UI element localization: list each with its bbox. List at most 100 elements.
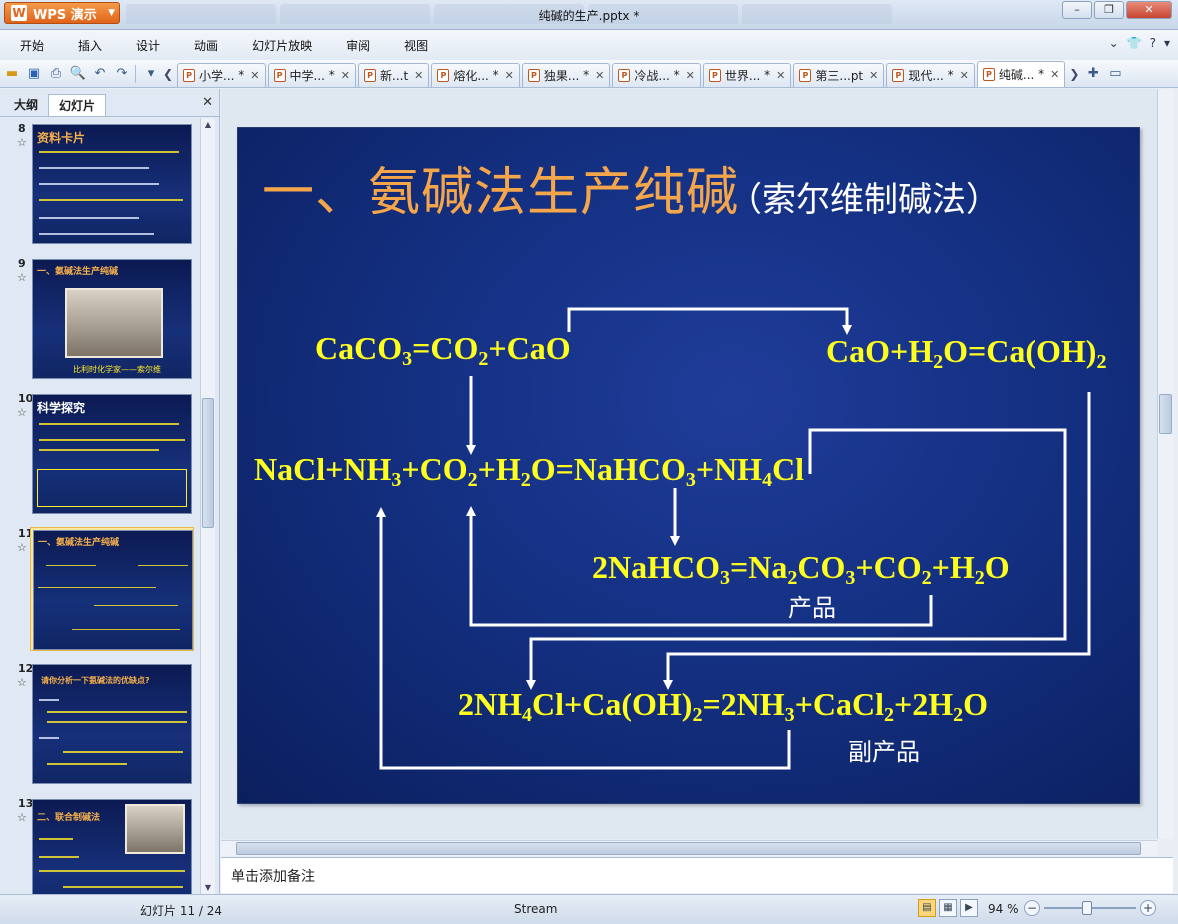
scrollbar-thumb[interactable]: [1159, 394, 1172, 434]
save-icon[interactable]: ▣: [24, 64, 44, 84]
tabs-scroll-left-icon[interactable]: ❮: [161, 67, 175, 81]
doc-tab[interactable]: P 小学... * ✕: [177, 62, 266, 87]
text-line: [47, 763, 127, 765]
slideshow-view-icon[interactable]: ▶: [960, 899, 978, 917]
slide-number: 9: [18, 257, 26, 270]
open-folder-icon[interactable]: ▬: [2, 64, 22, 84]
undo-icon[interactable]: ↶: [90, 64, 110, 84]
normal-view-icon[interactable]: ▤: [918, 899, 936, 917]
close-tab-icon[interactable]: ✕: [250, 69, 259, 82]
menu-design[interactable]: 设计: [136, 37, 160, 54]
text-line: [47, 711, 187, 713]
text-line: [39, 423, 179, 425]
help-icon[interactable]: ?: [1150, 36, 1156, 50]
close-tab-icon[interactable]: ✕: [414, 69, 423, 82]
text-line: [39, 183, 159, 185]
thumbnail-title: 请你分析一下氨碱法的优缺点?: [41, 676, 150, 685]
thumbnail-image: 请你分析一下氨碱法的优缺点?: [32, 664, 192, 784]
close-tab-icon[interactable]: ✕: [776, 69, 785, 82]
thumbnail-title: 二、联合制碱法: [37, 813, 101, 823]
editor-vertical-scrollbar[interactable]: [1157, 89, 1173, 839]
thumbnail-scrollbar[interactable]: ▲ ▼: [200, 118, 215, 894]
text-line: [39, 870, 185, 872]
tab-outline[interactable]: 大纲: [4, 94, 48, 116]
slide-thumbnail[interactable]: 请你分析一下氨碱法的优缺点?: [30, 662, 194, 786]
doc-tab-label: 纯碱...: [998, 67, 1035, 82]
text-line: [72, 629, 180, 630]
text-line: [39, 217, 139, 219]
minimize-button[interactable]: –: [1062, 1, 1092, 19]
scroll-up-icon[interactable]: ▲: [201, 120, 215, 129]
slide-thumbnail-selected[interactable]: 一、氨碱法生产纯碱: [30, 527, 194, 651]
scrollbar-thumb[interactable]: [202, 398, 214, 528]
menu-animation[interactable]: 动画: [194, 37, 218, 54]
doc-tab[interactable]: P 新...t ✕: [358, 62, 430, 87]
collapse-ribbon-icon[interactable]: ⌄: [1109, 36, 1119, 50]
menu-view[interactable]: 视图: [404, 37, 428, 54]
maximize-button[interactable]: ❐: [1094, 1, 1124, 19]
text-line: [94, 605, 178, 606]
close-tab-icon[interactable]: ✕: [505, 69, 514, 82]
slide-thumbnail[interactable]: 资料卡片: [30, 122, 194, 246]
menu-review[interactable]: 审阅: [346, 37, 370, 54]
ppt-file-icon: P: [437, 68, 450, 82]
theme-name: Stream: [514, 902, 558, 916]
text-line: [47, 721, 187, 723]
menu-slideshow[interactable]: 幻灯片放映: [252, 37, 312, 54]
doc-tab[interactable]: P 冷战... * ✕: [612, 62, 701, 87]
close-tab-icon[interactable]: ✕: [341, 69, 350, 82]
doc-tab[interactable]: P 熔化... * ✕: [431, 62, 520, 87]
menu-insert[interactable]: 插入: [78, 37, 102, 54]
ppt-file-icon: P: [708, 68, 721, 82]
modified-mark: *: [328, 68, 335, 82]
notes-pane[interactable]: 单击添加备注: [221, 857, 1173, 893]
close-tab-icon[interactable]: ✕: [960, 69, 969, 82]
ppt-file-icon: P: [982, 67, 995, 81]
text-line: [39, 167, 149, 169]
close-tab-icon[interactable]: ✕: [595, 69, 604, 82]
quick-toolbar: ▬ ▣ ⎙ 🔍 ↶ ↷ ▾ ❮ P 小学... * ✕ P 中学... * ✕ P 新..…: [0, 60, 1178, 88]
scrollbar-thumb[interactable]: [236, 842, 1141, 855]
close-tab-icon[interactable]: ✕: [686, 69, 695, 82]
close-button[interactable]: ✕: [1126, 1, 1172, 19]
modified-mark: *: [1038, 67, 1045, 81]
doc-tab[interactable]: P 现代... * ✕: [886, 62, 975, 87]
skin-icon[interactable]: 👕: [1127, 36, 1142, 50]
slide-sorter-view-icon[interactable]: ▦: [939, 899, 957, 917]
text-line: [39, 737, 59, 739]
doc-tab[interactable]: P 独果... * ✕: [521, 62, 611, 87]
current-slide[interactable]: 一、氨碱法生产纯碱 （索尔维制碱法） CaCO3=CO2+CaO CaO+H2O…: [237, 127, 1140, 804]
print-icon[interactable]: ⎙: [46, 64, 66, 84]
animation-star-icon: ☆: [17, 271, 27, 284]
new-tab-plus-icon[interactable]: ✚: [1083, 64, 1103, 84]
scroll-down-icon[interactable]: ▼: [201, 883, 215, 892]
tab-list-icon[interactable]: ▭: [1105, 64, 1125, 84]
doc-tab[interactable]: P 世界... * ✕: [702, 62, 792, 87]
doc-tab-active[interactable]: P 纯碱... * ✕: [976, 60, 1066, 87]
doc-tab[interactable]: P 第三...pt ✕: [793, 62, 885, 87]
customize-toolbar-icon[interactable]: ▾: [141, 64, 161, 84]
text-line: [39, 699, 59, 701]
slide-thumbnail[interactable]: 一、氨碱法生产纯碱 比利时化学家——索尔维: [30, 257, 194, 381]
panel-tabs: 大纲 幻灯片 ✕: [0, 89, 219, 117]
zoom-in-icon[interactable]: +: [1140, 900, 1156, 916]
close-tab-icon[interactable]: ✕: [869, 69, 878, 82]
slide-thumbnail[interactable]: 二、联合制碱法: [30, 797, 194, 894]
chevron-down-icon[interactable]: ▾: [1164, 36, 1170, 50]
tab-slides[interactable]: 幻灯片: [48, 94, 107, 116]
close-tab-icon[interactable]: ✕: [1050, 68, 1059, 81]
slide-thumbnail[interactable]: 科学探究: [30, 392, 194, 516]
tabs-scroll-right-icon[interactable]: ❯: [1067, 67, 1081, 81]
zoom-slider-handle[interactable]: [1082, 901, 1092, 915]
ppt-file-icon: P: [364, 68, 376, 82]
close-panel-icon[interactable]: ✕: [202, 95, 213, 110]
menu-home[interactable]: 开始: [20, 37, 44, 54]
zoom-out-icon[interactable]: −: [1024, 900, 1040, 916]
doc-tab-label: 新...t: [380, 68, 409, 83]
redo-icon[interactable]: ↷: [112, 64, 132, 84]
print-preview-icon[interactable]: 🔍: [68, 64, 88, 84]
window-title: 纯碱的生产.pptx *: [538, 9, 640, 23]
doc-tab[interactable]: P 中学... * ✕: [267, 62, 356, 87]
editor-horizontal-scrollbar[interactable]: [221, 840, 1157, 856]
menu-bar: 开始 插入 设计 动画 幻灯片放映 审阅 视图 ⌄ 👕 ? ▾: [0, 30, 1178, 60]
